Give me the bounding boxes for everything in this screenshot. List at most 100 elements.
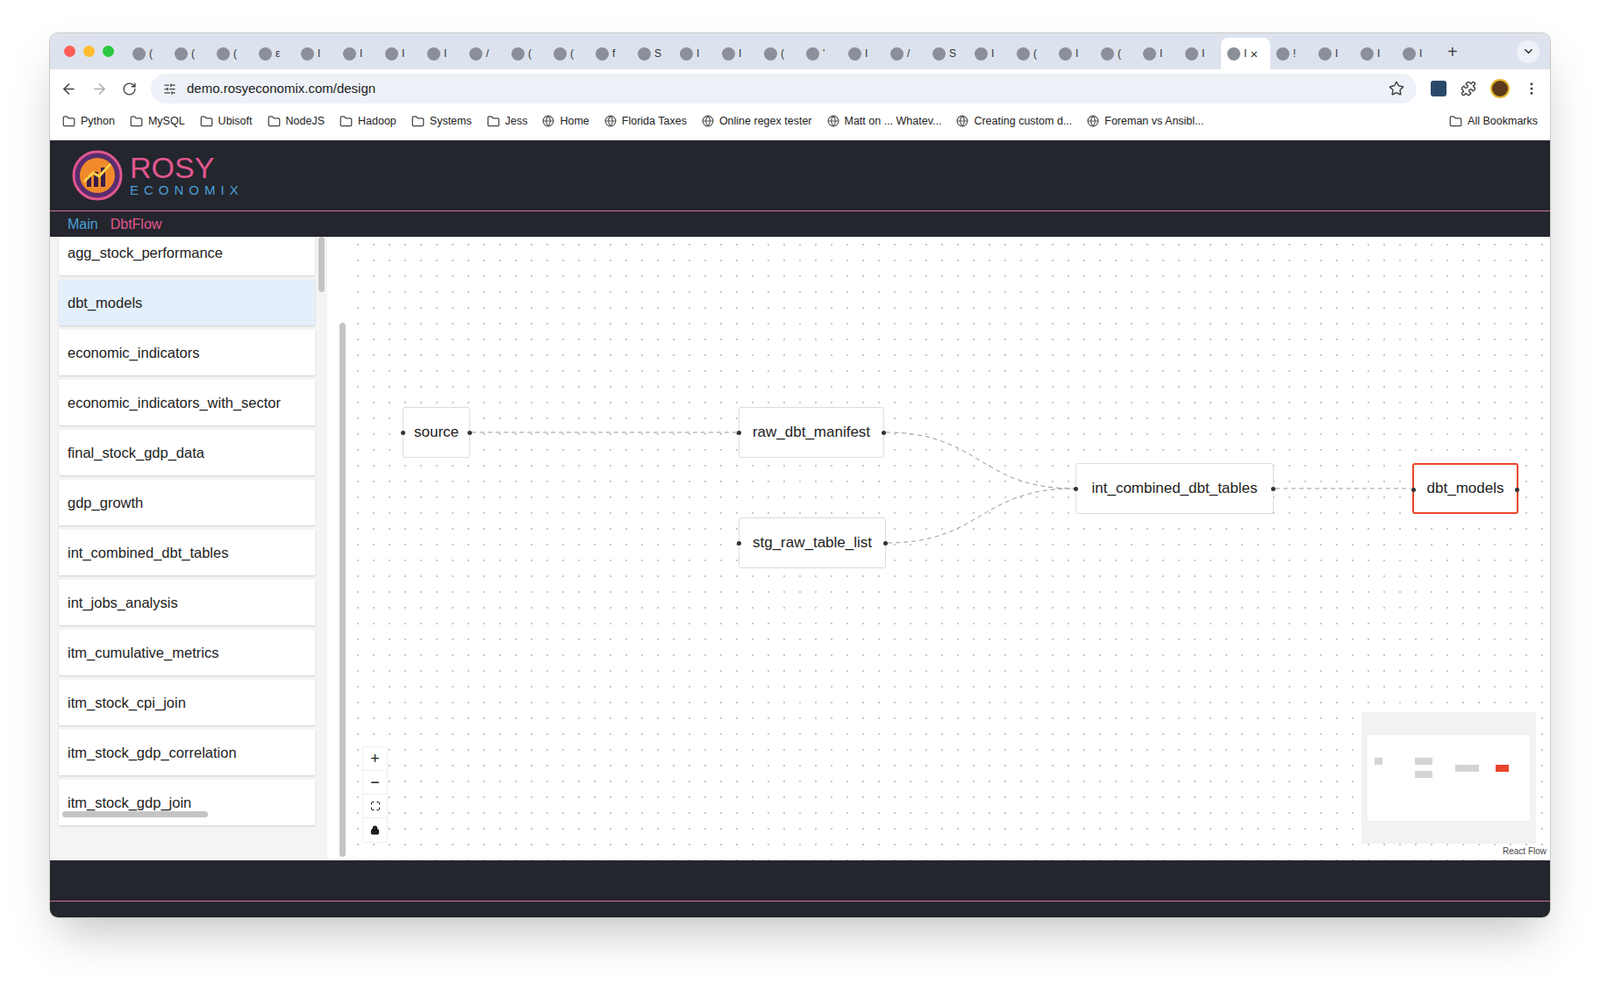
nav-link[interactable]: Main: [67, 214, 99, 236]
sidebar-item[interactable]: economic_indicators: [58, 329, 315, 376]
menu-icon[interactable]: [1523, 80, 1540, 97]
browser-tab[interactable]: ': [800, 37, 843, 70]
edge[interactable]: [1275, 488, 1411, 490]
minimap[interactable]: [1361, 712, 1536, 844]
lock-button[interactable]: [363, 818, 387, 843]
browser-tab[interactable]: (: [210, 37, 253, 70]
all-bookmarks[interactable]: All Bookmarks: [1449, 113, 1538, 130]
bookmark[interactable]: Florida Taxes: [604, 113, 687, 130]
edge[interactable]: [885, 432, 1074, 489]
browser-tab[interactable]: /: [463, 37, 506, 70]
browser-tab[interactable]: I: [673, 37, 716, 70]
fit-view-button[interactable]: [363, 794, 387, 819]
sidebar-item[interactable]: dbt_models: [58, 279, 315, 326]
puzzle-icon[interactable]: [1460, 80, 1477, 97]
bookmark[interactable]: Systems: [411, 113, 472, 130]
bookmark[interactable]: Home: [542, 113, 589, 130]
browser-tab[interactable]: I: [421, 37, 464, 70]
sidebar-item[interactable]: final_stock_gdp_data: [58, 429, 315, 476]
bookmark[interactable]: Matt on ... Whatev...: [827, 113, 943, 130]
browser-tab[interactable]: I: [1178, 37, 1222, 70]
close-dot[interactable]: [64, 45, 76, 58]
bookmark[interactable]: Ubisoft: [200, 113, 253, 130]
browser-tab[interactable]: (: [168, 37, 211, 70]
sidebar-item[interactable]: int_combined_dbt_tables: [58, 529, 315, 576]
handle[interactable]: [881, 430, 886, 436]
sidebar-item[interactable]: economic_indicators_with_sector: [58, 379, 315, 426]
tab-list-button[interactable]: [1516, 40, 1540, 64]
browser-tab[interactable]: I: [842, 37, 885, 70]
browser-tab[interactable]: (: [505, 37, 548, 70]
browser-tab[interactable]: (: [547, 37, 590, 70]
browser-tab[interactable]: (: [757, 37, 800, 70]
browser-tab[interactable]: I: [1312, 37, 1355, 70]
sidebar-item[interactable]: itm_cumulative_metrics: [58, 629, 315, 676]
browser-tab[interactable]: (: [126, 37, 169, 70]
sidebar-item[interactable]: gdp_growth: [58, 479, 315, 526]
zoom-button[interactable]: −: [363, 771, 387, 795]
flow-node[interactable]: source: [402, 407, 471, 458]
bookmark[interactable]: Creating custom d...: [956, 113, 1072, 130]
zoom-button[interactable]: +: [363, 747, 387, 772]
nav-link[interactable]: DbtFlow: [110, 214, 163, 236]
handle[interactable]: [400, 430, 406, 436]
bookmark[interactable]: MySQL: [129, 113, 186, 130]
sidebar-item[interactable]: agg_stock_performance: [58, 236, 315, 276]
handle[interactable]: [1073, 486, 1079, 492]
new-tab-button[interactable]: +: [1447, 38, 1458, 65]
handle[interactable]: [736, 430, 742, 436]
browser-tab[interactable]: I: [968, 37, 1011, 70]
browser-tab[interactable]: I: [378, 37, 422, 70]
sidebar-item[interactable]: int_jobs_analysis: [58, 579, 315, 626]
forward-icon[interactable]: [91, 80, 108, 98]
bookmark[interactable]: NodeJS: [267, 113, 325, 130]
sidebar-item[interactable]: itm_stock_gdp_correlation: [58, 729, 315, 776]
handle[interactable]: [1271, 486, 1276, 492]
reload-icon[interactable]: [121, 81, 137, 97]
edge[interactable]: [887, 488, 1074, 543]
sidebar-item[interactable]: itm_stock_gdp_join: [58, 779, 315, 826]
browser-tab[interactable]: I: [336, 37, 379, 70]
browser-tab[interactable]: I: [294, 37, 337, 70]
flow-canvas[interactable]: sourceraw_dbt_manifeststg_raw_table_list…: [350, 236, 1550, 861]
extension-icon[interactable]: [1430, 80, 1447, 97]
star-icon[interactable]: [1388, 80, 1405, 97]
handle[interactable]: [467, 430, 472, 436]
vertical-scrollbar[interactable]: [318, 236, 325, 293]
bookmark[interactable]: Hadoop: [339, 113, 397, 130]
browser-tab[interactable]: I×: [1221, 37, 1271, 70]
bookmark[interactable]: Python: [62, 113, 115, 130]
browser-tab[interactable]: !: [1270, 37, 1313, 70]
flow-node[interactable]: raw_dbt_manifest: [738, 407, 885, 458]
edge[interactable]: [471, 432, 737, 434]
handle[interactable]: [883, 541, 888, 546]
flow-node[interactable]: int_combined_dbt_tables: [1075, 463, 1274, 515]
horizontal-scrollbar[interactable]: [62, 811, 208, 818]
flow-node[interactable]: dbt_models: [1412, 463, 1519, 515]
browser-tab[interactable]: S: [631, 37, 674, 70]
browser-tab[interactable]: I: [1052, 37, 1095, 70]
page-scrollbar[interactable]: [339, 322, 346, 858]
handle[interactable]: [1411, 487, 1416, 493]
browser-tab[interactable]: ε: [252, 37, 295, 70]
browser-tab[interactable]: I: [1136, 37, 1179, 70]
browser-tab[interactable]: S: [926, 37, 969, 70]
browser-tab[interactable]: (: [1010, 37, 1053, 70]
browser-tab[interactable]: /: [884, 37, 927, 70]
browser-tab[interactable]: I: [1354, 37, 1397, 70]
minimize-dot[interactable]: [83, 45, 95, 58]
handle[interactable]: [736, 541, 742, 546]
browser-tab[interactable]: (: [1094, 37, 1137, 70]
handle[interactable]: [1514, 487, 1520, 493]
address-bar[interactable]: demo.rosyeconomix.com/design: [150, 73, 1417, 104]
browser-tab[interactable]: I: [715, 37, 758, 70]
site-info-icon[interactable]: [163, 82, 177, 96]
sidebar-item[interactable]: itm_stock_cpi_join: [58, 679, 315, 726]
bookmark[interactable]: Jess: [486, 113, 529, 130]
bookmark[interactable]: Online regex tester: [701, 113, 813, 130]
browser-tab[interactable]: f: [589, 37, 632, 70]
browser-tab[interactable]: I: [1396, 37, 1439, 70]
attribution[interactable]: React Flow: [1502, 844, 1547, 858]
back-icon[interactable]: [60, 80, 78, 98]
zoom-dot[interactable]: [102, 45, 115, 58]
